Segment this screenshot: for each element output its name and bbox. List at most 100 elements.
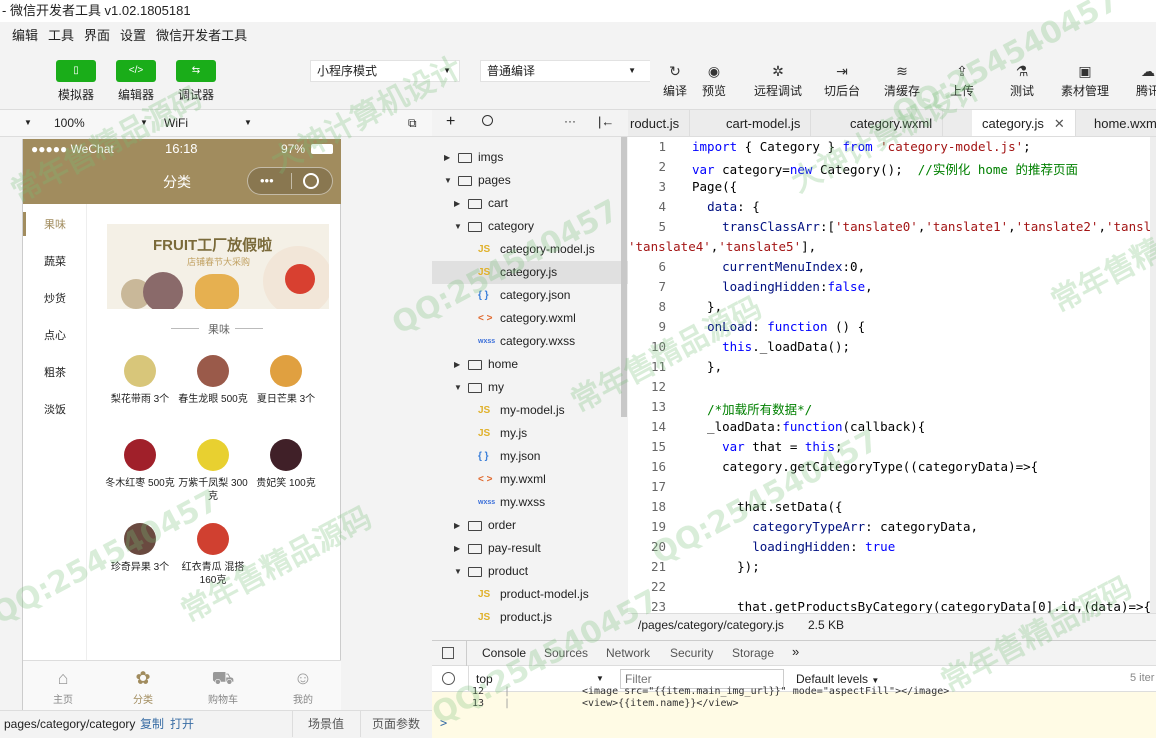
product-card[interactable]: 夏日芒果 3个: [249, 355, 323, 406]
more-tabs-icon[interactable]: »: [792, 644, 799, 659]
tree-node[interactable]: ▶ home: [432, 353, 628, 376]
product-card[interactable]: 万紫千凤梨 300克: [176, 439, 250, 503]
clear-console-icon[interactable]: [442, 672, 455, 685]
editor-scrollbar[interactable]: [1150, 137, 1156, 613]
tool-button[interactable]: ▣ 素材管理: [1057, 60, 1113, 100]
tool-button[interactable]: ⚗ 测试: [994, 60, 1050, 100]
product-card[interactable]: 珍奇异果 3个: [103, 523, 177, 574]
editor-tab[interactable]: home.wxm: [1084, 110, 1156, 136]
debug-icon[interactable]: ⇆: [176, 60, 216, 82]
product-card[interactable]: 红衣青瓜 混搭 160克: [176, 523, 250, 587]
tree-node[interactable]: ▼ category: [432, 215, 628, 238]
editor-tab[interactable]: roduct.js: [628, 110, 691, 136]
tab-0[interactable]: ⌂ 主页: [23, 665, 103, 706]
tree-node[interactable]: JS product-model.js: [432, 583, 628, 606]
tool-button[interactable]: ◉ 预览: [686, 60, 742, 100]
chevron-down-icon[interactable]: ▼: [454, 376, 462, 399]
inspect-element-icon[interactable]: [442, 647, 454, 659]
code-line[interactable]: import { Category } from 'category-model…: [692, 139, 1031, 154]
chevron-right-icon[interactable]: ▶: [454, 514, 460, 537]
file-tree-scrollbar[interactable]: [621, 137, 627, 417]
tree-node[interactable]: JS my-model.js: [432, 399, 628, 422]
code-line[interactable]: var category=new Category(); //实例化 home …: [692, 159, 1078, 178]
tree-node[interactable]: { } my.json: [432, 445, 628, 468]
collapse-panel-icon[interactable]: |←: [598, 114, 614, 129]
product-card[interactable]: 春生龙眼 500克: [176, 355, 250, 406]
capsule-menu[interactable]: •••: [247, 167, 333, 195]
scene-value-button[interactable]: 场景值: [308, 711, 344, 737]
code-line[interactable]: onLoad: function () {: [692, 319, 865, 334]
code-line[interactable]: /*加载所有数据*/: [692, 399, 812, 418]
tool-button[interactable]: ≋ 清缓存: [874, 60, 930, 100]
code-line[interactable]: loadingHidden: true: [692, 539, 895, 554]
code-icon[interactable]: </>: [116, 60, 156, 82]
tab-1[interactable]: ✿ 分类: [103, 665, 183, 706]
tool-button[interactable]: ⇥ 切后台: [814, 60, 870, 100]
tree-node[interactable]: ▼ my: [432, 376, 628, 399]
detach-window-icon[interactable]: ⧉: [408, 114, 417, 132]
mode-label[interactable]: 编辑器: [106, 86, 166, 103]
chevron-down-icon[interactable]: ▼: [444, 169, 452, 192]
code-line[interactable]: transClassArr:['tanslate0','tanslate1','…: [692, 219, 1151, 234]
page-params-button[interactable]: 页面参数: [372, 711, 420, 737]
code-line[interactable]: _loadData:function(callback){: [692, 419, 925, 434]
project-mode-select[interactable]: 小程序模式 ▼: [310, 60, 460, 82]
code-line[interactable]: this._loadData();: [692, 339, 850, 354]
tree-node[interactable]: ▶ imgs: [432, 146, 628, 169]
more-icon[interactable]: ···: [564, 114, 576, 128]
devtools-tab[interactable]: Security: [670, 641, 713, 666]
tree-node[interactable]: JS category-model.js: [432, 238, 628, 261]
tree-node[interactable]: { } category.json: [432, 284, 628, 307]
code-editor[interactable]: 1 import { Category } from 'category-mode…: [628, 137, 1156, 613]
chevron-right-icon[interactable]: ▶: [444, 146, 450, 169]
code-line[interactable]: loadingHidden:false,: [692, 279, 873, 294]
tree-node[interactable]: < > my.wxml: [432, 468, 628, 491]
mode-label[interactable]: 模拟器: [46, 86, 106, 103]
tree-node[interactable]: ▼ pages: [432, 169, 628, 192]
compile-mode-select[interactable]: 普通编译 ▼: [480, 60, 650, 82]
mode-label[interactable]: 调试器: [166, 86, 226, 103]
menu-item[interactable]: 工具: [48, 25, 74, 44]
code-line[interactable]: that.getProductsByCategory(categoryData[…: [692, 599, 1151, 613]
tree-node[interactable]: JS product.js: [432, 606, 628, 629]
code-line[interactable]: },: [692, 299, 722, 314]
devtools-tab[interactable]: Console: [482, 641, 527, 668]
category-item[interactable]: 果味: [23, 216, 87, 232]
more-icon[interactable]: •••: [260, 173, 274, 188]
product-card[interactable]: 冬木红枣 500克: [103, 439, 177, 490]
code-line[interactable]: var that = this;: [692, 439, 842, 454]
add-file-icon[interactable]: +: [446, 113, 455, 131]
tree-node[interactable]: ▶ order: [432, 514, 628, 537]
tree-node[interactable]: JS my.js: [432, 422, 628, 445]
chevron-right-icon[interactable]: ▶: [454, 192, 460, 215]
editor-tab[interactable]: category.js ✕: [972, 110, 1076, 136]
tool-button[interactable]: ⇪ 上传: [934, 60, 990, 100]
product-card[interactable]: 贵妃笑 100克: [249, 439, 323, 490]
console-prompt[interactable]: >: [440, 716, 447, 730]
code-line[interactable]: Page({: [692, 179, 737, 194]
devtools-tab[interactable]: Network: [606, 641, 650, 666]
code-line[interactable]: currentMenuIndex:0,: [692, 259, 865, 274]
code-line[interactable]: },: [692, 359, 722, 374]
category-item[interactable]: 炒货: [23, 290, 87, 306]
chevron-right-icon[interactable]: ▶: [454, 353, 460, 376]
devtools-tab[interactable]: Sources: [544, 641, 588, 666]
code-line[interactable]: });: [692, 559, 760, 574]
tool-button[interactable]: ✲ 远程调试: [750, 60, 806, 100]
chevron-right-icon[interactable]: ▶: [454, 537, 460, 560]
editor-tab[interactable]: category.wxml: [840, 110, 944, 136]
tree-node[interactable]: ▼ product: [432, 560, 628, 583]
zoom-select[interactable]: 100% ▼: [54, 114, 154, 132]
search-icon[interactable]: [482, 115, 493, 126]
copy-path-link[interactable]: 复制: [140, 711, 164, 737]
tool-button[interactable]: ☁ 腾讯: [1120, 60, 1156, 100]
menu-item[interactable]: 编辑: [12, 25, 38, 44]
code-line[interactable]: that.setData({: [692, 499, 842, 514]
tree-node[interactable]: JS category.js: [432, 261, 628, 284]
tree-node[interactable]: wxss category.wxss: [432, 330, 628, 353]
close-icon[interactable]: ✕: [1054, 116, 1065, 131]
tree-node[interactable]: wxss my.wxss: [432, 491, 628, 514]
code-line[interactable]: 'tanslate4','tanslate5'],: [628, 239, 816, 254]
phone-icon[interactable]: ▯: [56, 60, 96, 82]
tree-node[interactable]: < > category.wxml: [432, 307, 628, 330]
